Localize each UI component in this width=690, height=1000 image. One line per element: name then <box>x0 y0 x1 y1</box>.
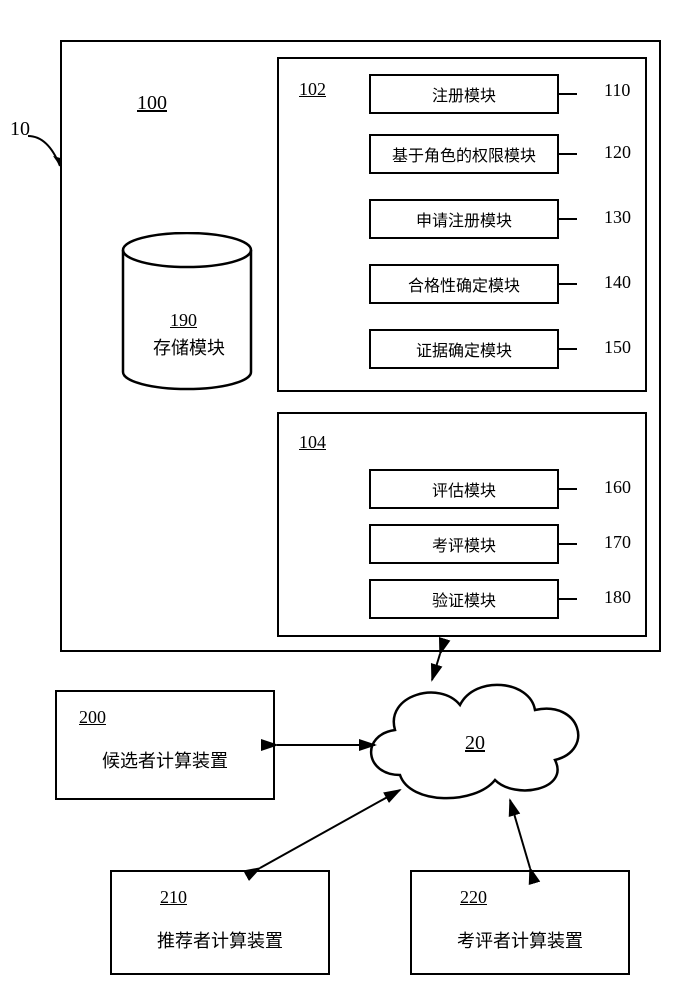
recommender-box: 210 推荐者计算装置 <box>110 870 330 975</box>
module-ref: 130 <box>604 207 631 228</box>
group-104-box: 104 评估模块 考评模块 验证模块 <box>277 412 647 637</box>
module-label: 证据确定模块 <box>416 343 512 360</box>
leader-line <box>559 543 577 545</box>
module-box: 申请注册模块 <box>369 199 559 239</box>
module-label: 注册模块 <box>432 88 496 105</box>
module-box: 注册模块 <box>369 74 559 114</box>
group-102-box: 102 注册模块 基于角色的权限模块 申请注册模块 合格性确定模块 证据确定模块 <box>277 57 647 392</box>
module-ref: 160 <box>604 477 631 498</box>
leader-line <box>559 488 577 490</box>
main-box: 100 190 存储模块 102 注册模块 基于角色的权限模块 申请注册模块 合… <box>60 40 661 652</box>
module-ref: 140 <box>604 272 631 293</box>
recommender-ref: 210 <box>160 887 187 908</box>
module-box: 合格性确定模块 <box>369 264 559 304</box>
module-label: 申请注册模块 <box>416 213 512 230</box>
module-label: 考评模块 <box>432 538 496 555</box>
module-box: 验证模块 <box>369 579 559 619</box>
module-ref: 170 <box>604 532 631 553</box>
candidate-label: 候选者计算装置 <box>57 747 273 773</box>
module-box: 证据确定模块 <box>369 329 559 369</box>
evaluator-label: 考评者计算装置 <box>412 927 628 953</box>
leader-line <box>559 153 577 155</box>
module-label: 基于角色的权限模块 <box>392 148 536 165</box>
group-104-ref: 104 <box>299 432 326 453</box>
candidate-box: 200 候选者计算装置 <box>55 690 275 800</box>
leader-line <box>559 218 577 220</box>
module-label: 验证模块 <box>432 593 496 610</box>
module-ref: 180 <box>604 587 631 608</box>
evaluator-box: 220 考评者计算装置 <box>410 870 630 975</box>
storage-ref: 190 <box>170 310 197 331</box>
module-ref: 110 <box>604 80 630 101</box>
module-ref: 120 <box>604 142 631 163</box>
module-box: 考评模块 <box>369 524 559 564</box>
module-ref: 150 <box>604 337 631 358</box>
module-box: 基于角色的权限模块 <box>369 134 559 174</box>
system-ref: 10 <box>10 118 30 141</box>
module-label: 评估模块 <box>432 483 496 500</box>
module-box: 评估模块 <box>369 469 559 509</box>
cloud-ref: 20 <box>465 732 485 755</box>
recommender-label: 推荐者计算装置 <box>112 927 328 953</box>
evaluator-ref: 220 <box>460 887 487 908</box>
storage-label: 存储模块 <box>153 334 225 360</box>
leader-line <box>559 283 577 285</box>
leader-line <box>559 93 577 95</box>
module-label: 合格性确定模块 <box>408 278 520 295</box>
leader-line <box>559 348 577 350</box>
group-102-ref: 102 <box>299 79 326 100</box>
leader-line <box>559 598 577 600</box>
candidate-ref: 200 <box>79 707 106 728</box>
main-ref: 100 <box>137 92 167 115</box>
